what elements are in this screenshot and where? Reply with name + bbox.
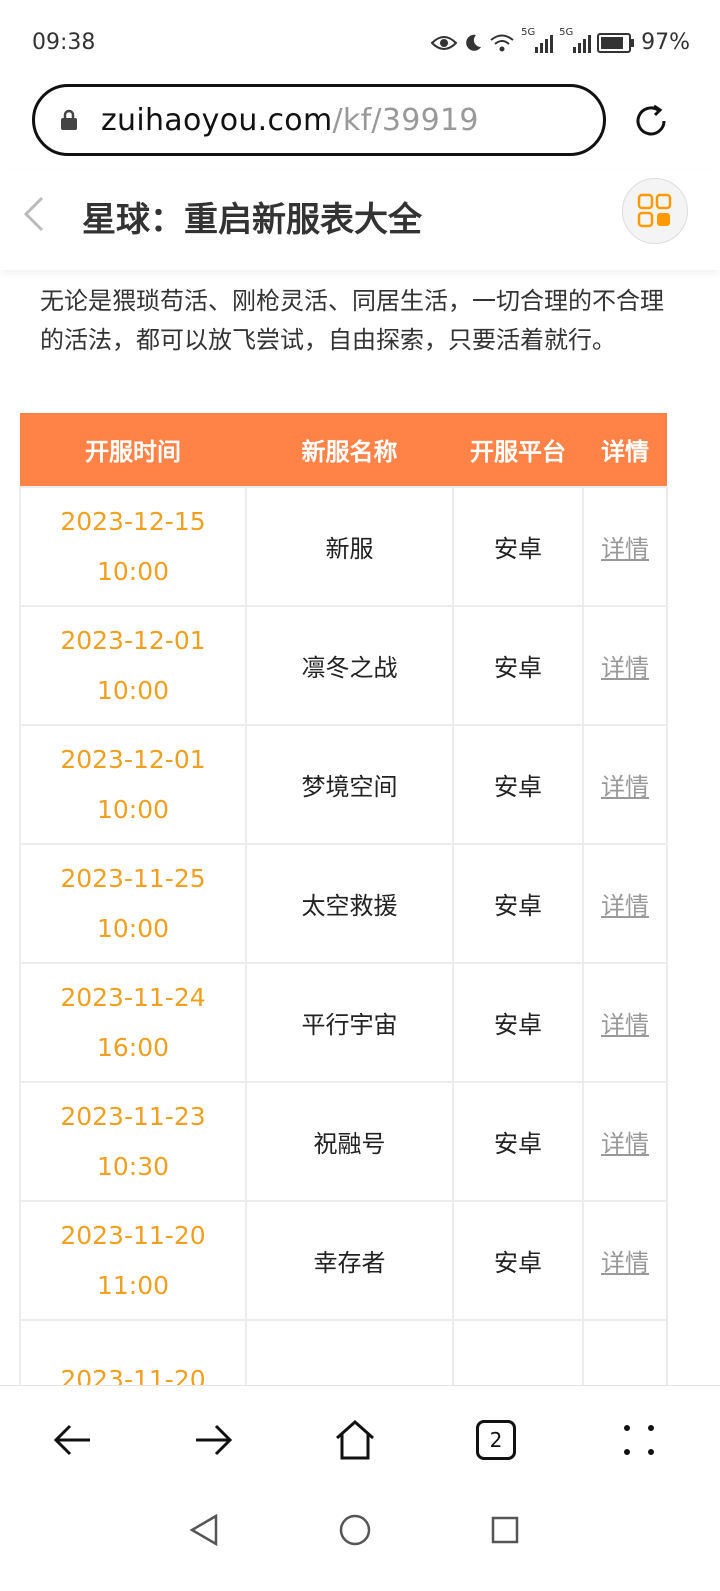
system-nav-bar (0, 1495, 720, 1591)
detail-cell: 详情 (582, 843, 668, 964)
open-time-cell: 2023-11-25 10:00 (19, 843, 247, 964)
forward-arrow-icon[interactable] (192, 1418, 236, 1462)
status-icons: 5G 5G 97% (431, 27, 690, 55)
detail-link[interactable]: 详情 (601, 773, 649, 801)
server-name-cell: 新服 (245, 486, 454, 607)
open-time: 11:00 (96, 1270, 170, 1300)
signal-5g-icon: 5G (521, 27, 554, 53)
server-name-cell: 太空救援 (245, 843, 454, 964)
header-detail: 详情 (583, 413, 667, 487)
open-time-cell: 2023-12-01 10:00 (19, 605, 247, 726)
header-server-name: 新服名称 (246, 413, 453, 487)
platform-cell: 安卓 (452, 962, 584, 1083)
more-menu-icon[interactable] (617, 1418, 661, 1462)
system-back-icon[interactable] (188, 1513, 220, 1547)
status-bar: 09:38 5G 5G 97% (0, 0, 720, 86)
battery-icon (597, 32, 635, 53)
grid-icon (637, 193, 672, 228)
open-time-cell: 2023-11-23 10:30 (19, 1081, 247, 1202)
url-path: /kf/39919 (332, 103, 479, 138)
platform-cell: 安卓 (452, 1200, 584, 1321)
open-time: 10:30 (96, 1151, 170, 1181)
status-time: 09:38 (32, 30, 96, 55)
url-domain: zuihaoyou.com (101, 103, 333, 138)
menu-grid-button[interactable] (622, 178, 688, 244)
server-name-cell: 幸存者 (245, 1200, 454, 1321)
home-icon[interactable] (333, 1418, 377, 1462)
browser-bottom-nav: 2 (0, 1385, 720, 1496)
server-name-cell: 梦境空间 (245, 724, 454, 845)
table-row: 2023-11-24 16:00 平行宇宙 安卓 详情 (19, 962, 668, 1083)
detail-link[interactable]: 详情 (601, 654, 649, 682)
battery-percent: 97% (641, 30, 690, 55)
open-date: 2023-11-25 (60, 863, 206, 893)
detail-link[interactable]: 详情 (601, 892, 649, 920)
header-platform: 开服平台 (453, 413, 583, 487)
detail-cell: 详情 (582, 605, 668, 726)
table-row: 2023-12-01 10:00 凛冬之战 安卓 详情 (19, 605, 668, 726)
open-time-cell: 2023-11-24 16:00 (19, 962, 247, 1083)
server-table: 开服时间 新服名称 开服平台 详情 2023-12-15 10:00 新服 安卓 … (19, 413, 668, 1440)
detail-link[interactable]: 详情 (601, 535, 649, 563)
detail-cell: 详情 (582, 1081, 668, 1202)
platform-cell: 安卓 (452, 1081, 584, 1202)
open-date: 2023-12-01 (60, 744, 206, 774)
eye-icon (431, 35, 458, 50)
url-text[interactable]: zuihaoyou.com/kf/39919 (101, 103, 479, 138)
system-home-icon[interactable] (338, 1513, 372, 1547)
open-time: 10:00 (96, 913, 170, 943)
signal-5g-icon: 5G (559, 27, 592, 53)
open-date: 2023-11-24 (60, 982, 206, 1012)
header-open-time: 开服时间 (20, 413, 246, 487)
table-header-row: 开服时间 新服名称 开服平台 详情 (20, 413, 667, 487)
table-row: 2023-11-20 11:00 幸存者 安卓 详情 (19, 1200, 668, 1321)
detail-link[interactable]: 详情 (601, 1130, 649, 1158)
table-row: 2023-11-23 10:30 祝融号 安卓 详情 (19, 1081, 668, 1202)
open-date: 2023-12-15 (60, 506, 206, 536)
moon-icon (466, 34, 482, 51)
open-time: 10:00 (96, 556, 170, 586)
open-date: 2023-12-01 (60, 625, 206, 655)
detail-cell: 详情 (582, 724, 668, 845)
back-chevron-icon[interactable] (20, 194, 46, 234)
intro-text: 无论是猥琐苟活、刚枪灵活、同居生活，一切合理的不合理的活法，都可以放飞尝试，自由… (40, 287, 664, 354)
open-time-cell: 2023-12-01 10:00 (19, 724, 247, 845)
url-bar[interactable]: zuihaoyou.com/kf/39919 (32, 84, 606, 156)
page-header: 星球：重启新服表大全 (0, 170, 720, 270)
open-time-cell: 2023-11-20 11:00 (19, 1200, 247, 1321)
table-row: 2023-11-25 10:00 太空救援 安卓 详情 (19, 843, 668, 964)
open-date: 2023-11-23 (60, 1101, 206, 1131)
page-title: 星球：重启新服表大全 (82, 200, 422, 240)
wifi-icon (490, 34, 514, 51)
tabs-button[interactable]: 2 (476, 1420, 516, 1460)
platform-cell: 安卓 (452, 605, 584, 726)
open-date: 2023-11-20 (60, 1220, 206, 1250)
platform-cell: 安卓 (452, 724, 584, 845)
system-recents-icon[interactable] (490, 1515, 520, 1545)
open-time: 10:00 (96, 675, 170, 705)
platform-cell: 安卓 (452, 843, 584, 964)
table-row: 2023-12-15 10:00 新服 安卓 详情 (19, 486, 668, 607)
server-name-cell: 平行宇宙 (245, 962, 454, 1083)
platform-cell: 安卓 (452, 486, 584, 607)
table-row: 2023-12-01 10:00 梦境空间 安卓 详情 (19, 724, 668, 845)
detail-link[interactable]: 详情 (601, 1011, 649, 1039)
server-name-cell: 凛冬之战 (245, 605, 454, 726)
server-name-cell: 祝融号 (245, 1081, 454, 1202)
open-time: 10:00 (96, 794, 170, 824)
detail-cell: 详情 (582, 962, 668, 1083)
detail-cell: 详情 (582, 486, 668, 607)
open-time: 16:00 (96, 1032, 170, 1062)
detail-cell: 详情 (582, 1200, 668, 1321)
detail-link[interactable]: 详情 (601, 1249, 649, 1277)
open-time-cell: 2023-12-15 10:00 (19, 486, 247, 607)
reload-icon[interactable] (632, 102, 670, 140)
back-arrow-icon[interactable] (50, 1418, 94, 1462)
lock-icon (61, 109, 77, 130)
